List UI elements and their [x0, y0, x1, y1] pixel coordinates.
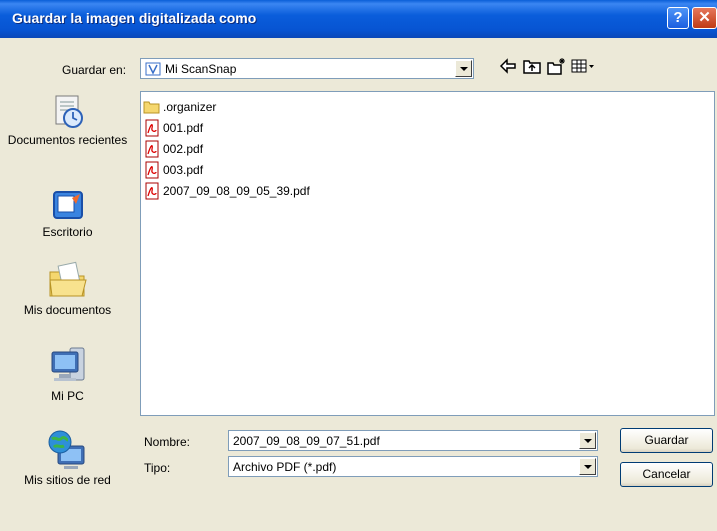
place-label: Escritorio [42, 225, 93, 239]
file-name: .organizer [163, 99, 217, 114]
file-name: 2007_09_08_09_05_39.pdf [163, 183, 310, 198]
list-item[interactable]: 001.pdf [143, 117, 203, 138]
chevron-down-icon[interactable] [579, 458, 596, 475]
filetype-label: Tipo: [144, 461, 171, 475]
filetype-dropdown[interactable]: Archivo PDF (*.pdf) [228, 456, 598, 477]
close-icon: ✕ [698, 9, 711, 26]
list-item[interactable]: 003.pdf [143, 159, 203, 180]
filetype-value: Archivo PDF (*.pdf) [233, 460, 337, 474]
my-documents-icon [48, 261, 87, 297]
desktop-icon [52, 191, 83, 219]
up-folder-icon[interactable] [522, 56, 542, 76]
pdf-icon [145, 161, 159, 178]
place-desktop[interactable]: Escritorio [0, 188, 135, 240]
pdf-icon [145, 119, 159, 136]
place-label: Documentos recientes [7, 133, 128, 147]
place-label: Mi PC [51, 389, 84, 403]
help-icon: ? [673, 9, 683, 26]
list-item[interactable]: 002.pdf [143, 138, 203, 159]
save-in-value: Mi ScanSnap [165, 62, 237, 76]
title-bar[interactable]: Guardar la imagen digitalizada como ? ✕ [0, 0, 717, 38]
save-in-dropdown[interactable]: Mi ScanSnap [140, 58, 474, 79]
place-my-computer[interactable]: Mi PC [0, 344, 135, 404]
save-in-label: Guardar en: [62, 63, 127, 77]
window-title: Guardar la imagen digitalizada como [12, 10, 257, 26]
recent-documents-icon [55, 95, 83, 128]
pdf-icon [145, 182, 159, 199]
list-item[interactable]: 2007_09_08_09_05_39.pdf [143, 180, 310, 201]
list-item[interactable]: .organizer [143, 96, 216, 117]
place-network[interactable]: Mis sitios de red [0, 428, 135, 488]
view-menu-icon[interactable] [570, 56, 596, 76]
place-label: Mis sitios de red [24, 473, 111, 487]
cancel-button[interactable]: Cancelar [620, 462, 713, 487]
file-name: 001.pdf [163, 120, 204, 135]
place-my-documents[interactable]: Mis documentos [0, 258, 135, 318]
network-icon [48, 430, 84, 469]
scansnap-folder-icon [145, 62, 161, 76]
file-name: 003.pdf [163, 162, 204, 177]
file-list[interactable]: .organizer 001.pdf 002.pdf 003.pdf 2007_… [140, 91, 715, 416]
new-folder-icon[interactable] [546, 56, 566, 76]
file-name: 002.pdf [163, 141, 204, 156]
place-label: Mis documentos [23, 303, 112, 317]
close-button[interactable]: ✕ [692, 7, 717, 29]
filename-value: 2007_09_08_09_07_51.pdf [233, 434, 380, 448]
chevron-down-icon[interactable] [579, 432, 596, 449]
chevron-down-icon[interactable] [455, 60, 472, 77]
place-recent-documents[interactable]: Documentos recientes [0, 92, 135, 148]
my-computer-icon [51, 347, 84, 381]
help-button[interactable]: ? [667, 7, 689, 29]
folder-icon [143, 101, 160, 113]
pdf-icon [145, 140, 159, 157]
save-button[interactable]: Guardar [620, 428, 713, 453]
back-arrow-icon[interactable] [498, 56, 518, 76]
filename-label: Nombre: [144, 435, 191, 449]
filename-input[interactable]: 2007_09_08_09_07_51.pdf [228, 430, 598, 451]
